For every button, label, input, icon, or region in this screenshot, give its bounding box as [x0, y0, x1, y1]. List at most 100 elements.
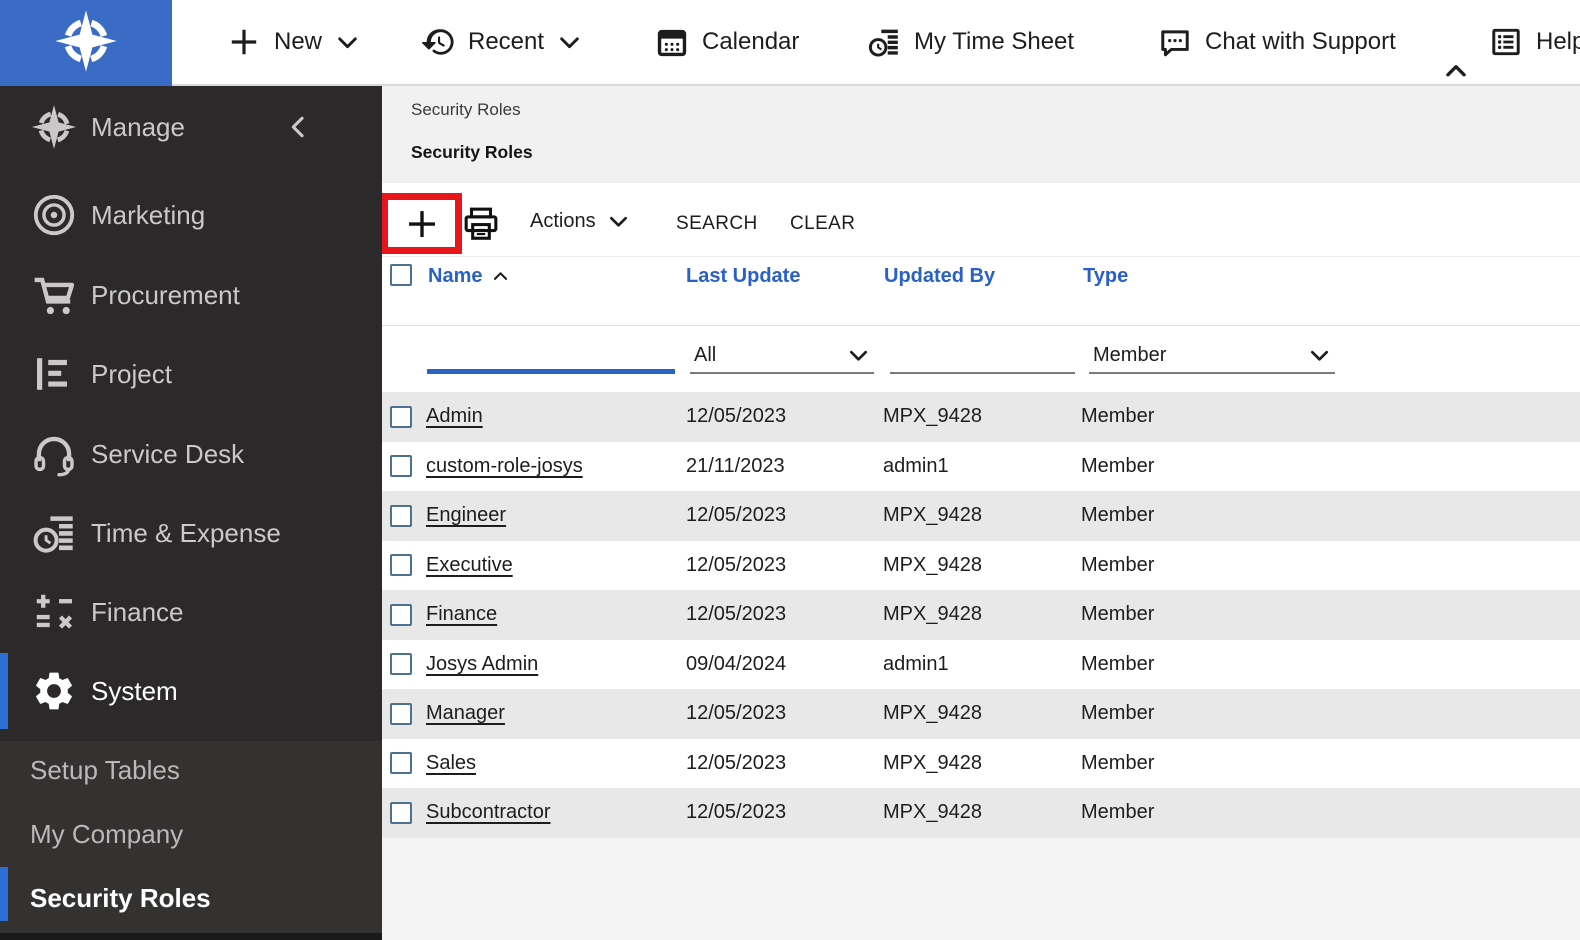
gear-icon: [31, 668, 77, 714]
row-last-update: 12/05/2023: [686, 702, 787, 725]
row-type: Member: [1081, 702, 1155, 725]
chevron-down-icon: [847, 344, 870, 367]
sidebar-item-marketing[interactable]: Marketing: [0, 191, 382, 239]
row-type: Member: [1081, 801, 1155, 824]
search-button[interactable]: SEARCH: [676, 213, 758, 235]
name-filter-input[interactable]: [427, 338, 675, 374]
topbar-item-label: Calendar: [702, 28, 800, 55]
role-name-link[interactable]: Manager: [426, 702, 505, 725]
chat-icon: [1158, 25, 1192, 59]
row-checkbox-cell: [390, 590, 412, 640]
sidebar-item-manage[interactable]: Manage: [0, 103, 382, 151]
add-security-role-button[interactable]: [404, 206, 440, 242]
row-updated-by: admin1: [883, 454, 949, 477]
sidebar-item-procurement[interactable]: Procurement: [0, 271, 382, 319]
row-checkbox[interactable]: [390, 702, 412, 725]
table-row: Finance 12/05/2023 MPX_9428 Member: [382, 590, 1580, 640]
row-checkbox[interactable]: [390, 603, 412, 626]
headset-icon: [31, 431, 77, 477]
row-checkbox[interactable]: [390, 455, 412, 478]
sort-asc-icon: [491, 267, 510, 286]
row-checkbox[interactable]: [390, 752, 412, 775]
sidebar-item-service-desk[interactable]: Service Desk: [0, 430, 382, 478]
sidebar-subitem-security-roles[interactable]: Security Roles: [0, 867, 382, 922]
history-icon: [421, 25, 455, 59]
type-filter-select[interactable]: Member: [1089, 338, 1335, 374]
actions-dropdown-button[interactable]: Actions: [530, 210, 630, 233]
topbar-item-new[interactable]: New: [227, 0, 360, 84]
compass-icon: [31, 104, 77, 150]
select-all-checkbox[interactable]: [390, 264, 412, 286]
security-roles-panel: Actions SEARCH CLEAR Name Last Update Up…: [381, 183, 1580, 838]
table-row: Executive 12/05/2023 MPX_9428 Member: [382, 540, 1580, 590]
role-name-link[interactable]: Finance: [426, 603, 497, 626]
plus-icon: [404, 206, 440, 242]
column-header-name[interactable]: Name: [428, 263, 510, 289]
updated-by-filter-input[interactable]: [890, 338, 1075, 374]
row-updated-by: MPX_9428: [883, 405, 982, 428]
app-logo[interactable]: [0, 0, 172, 86]
row-last-update: 12/05/2023: [686, 405, 787, 428]
row-checkbox[interactable]: [390, 801, 412, 824]
row-checkbox-cell: [390, 689, 412, 739]
row-last-update: 09/04/2024: [686, 652, 787, 675]
compass-icon: [54, 9, 118, 78]
sidebar-item-label: Service Desk: [91, 439, 245, 469]
sidebar-item-finance[interactable]: Finance: [0, 588, 382, 636]
topbar-item-recent[interactable]: Recent: [421, 0, 582, 84]
sidebar-subitem-setup-tables[interactable]: Setup Tables: [0, 746, 382, 794]
print-button[interactable]: [462, 204, 502, 244]
row-last-update: 12/05/2023: [686, 603, 787, 626]
column-header-updated-by[interactable]: Updated By: [884, 263, 995, 289]
topbar-item-my-time-sheet[interactable]: My Time Sheet: [867, 0, 1074, 84]
collapse-toolbar-chevron[interactable]: [1440, 58, 1472, 84]
chevron-down-icon: [335, 30, 360, 55]
row-type: Member: [1081, 652, 1155, 675]
row-checkbox-cell: [390, 392, 412, 442]
topbar-item-calendar[interactable]: Calendar: [655, 0, 799, 84]
row-checkbox-cell: [390, 640, 412, 690]
row-checkbox[interactable]: [390, 554, 412, 577]
topbar-item-chat-with-support[interactable]: Chat with Support: [1158, 0, 1396, 84]
role-name-link[interactable]: Admin: [426, 405, 483, 428]
table-row: Admin 12/05/2023 MPX_9428 Member: [382, 392, 1580, 442]
type-filter-value: Member: [1093, 343, 1167, 366]
main-content: Security Roles Security Roles Actions SE…: [381, 86, 1580, 940]
clear-button[interactable]: CLEAR: [790, 213, 855, 235]
row-type: Member: [1081, 504, 1155, 527]
row-updated-by: admin1: [883, 652, 949, 675]
row-name-cell: Admin: [426, 392, 483, 442]
role-name-link[interactable]: Subcontractor: [426, 801, 551, 824]
topbar-item-help[interactable]: Help: [1489, 0, 1580, 84]
table-row: Manager 12/05/2023 MPX_9428 Member: [382, 689, 1580, 739]
role-name-link[interactable]: Executive: [426, 554, 513, 577]
sidebar-item-project[interactable]: Project: [0, 350, 382, 398]
topbar-item-label: Chat with Support: [1205, 28, 1396, 55]
row-last-update: 12/05/2023: [686, 553, 787, 576]
sidebar-item-time-expense[interactable]: Time & Expense: [0, 509, 382, 557]
role-name-link[interactable]: Engineer: [426, 504, 506, 527]
column-header-type[interactable]: Type: [1083, 263, 1128, 289]
chevron-up-icon: [1440, 58, 1472, 84]
chevron-left-icon: [284, 113, 312, 141]
sidebar-subitem-my-company[interactable]: My Company: [0, 810, 382, 858]
role-name-link[interactable]: custom-role-josys: [426, 455, 583, 478]
sidebar-item-system[interactable]: System: [0, 653, 382, 729]
sidebar-item-label: Marketing: [91, 200, 206, 230]
role-name-link[interactable]: Josys Admin: [426, 653, 538, 676]
row-last-update: 21/11/2023: [686, 454, 785, 477]
table-row: Engineer 12/05/2023 MPX_9428 Member: [382, 491, 1580, 541]
row-last-update: 12/05/2023: [686, 751, 787, 774]
page-title: Security Roles: [411, 142, 533, 162]
row-checkbox[interactable]: [390, 653, 412, 676]
sidebar-item-label: Project: [91, 359, 172, 389]
list-tree-icon: [31, 351, 77, 397]
last-update-filter-select[interactable]: All: [690, 338, 874, 374]
row-checkbox[interactable]: [390, 504, 412, 527]
role-name-link[interactable]: Sales: [426, 752, 476, 775]
page-header: Security Roles Security Roles: [382, 86, 1580, 183]
column-header-name-label: Name: [428, 265, 483, 287]
breadcrumb: Security Roles: [411, 100, 521, 119]
row-checkbox[interactable]: [390, 405, 412, 428]
column-header-last-update[interactable]: Last Update: [686, 263, 800, 289]
